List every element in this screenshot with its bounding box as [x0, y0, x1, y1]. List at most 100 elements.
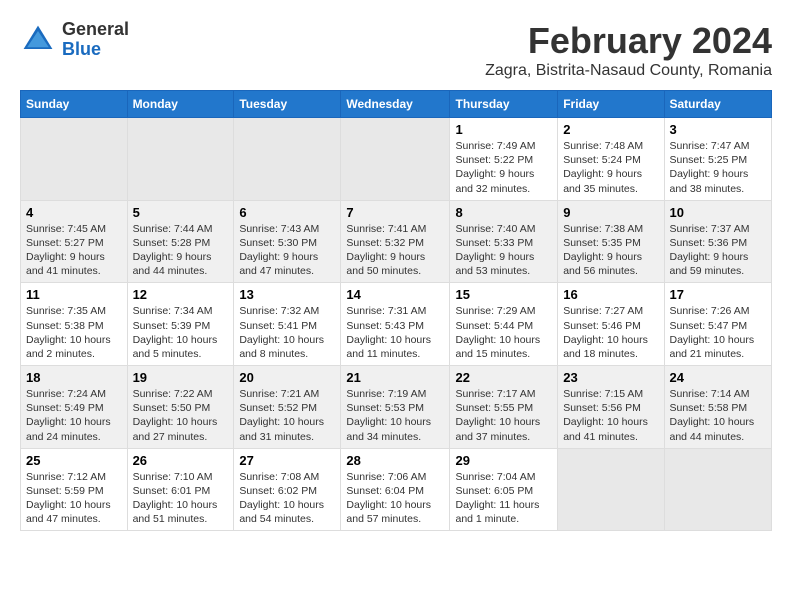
calendar-cell: 10 Sunrise: 7:37 AM Sunset: 5:36 PM Dayli…: [664, 200, 772, 283]
day-info: Sunrise: 7:40 AM Sunset: 5:33 PM Dayligh…: [455, 222, 552, 279]
week-row-2: 4 Sunrise: 7:45 AM Sunset: 5:27 PM Daylig…: [21, 200, 772, 283]
day-number: 17: [670, 287, 767, 302]
calendar-cell: 11 Sunrise: 7:35 AM Sunset: 5:38 PM Dayli…: [21, 283, 128, 366]
day-number: 15: [455, 287, 552, 302]
calendar-cell: 9Sunrise: 7:38 AM Sunset: 5:35 PM Daylig…: [558, 200, 664, 283]
calendar-cell: 27 Sunrise: 7:08 AM Sunset: 6:02 PM Dayli…: [234, 448, 341, 531]
day-info: Sunrise: 7:45 AM Sunset: 5:27 PM Dayligh…: [26, 222, 122, 279]
calendar-cell: 4 Sunrise: 7:45 AM Sunset: 5:27 PM Daylig…: [21, 200, 128, 283]
day-number: 27: [239, 453, 335, 468]
day-info: Sunrise: 7:22 AM Sunset: 5:50 PM Dayligh…: [133, 387, 229, 444]
day-number: 18: [26, 370, 122, 385]
day-info: Sunrise: 7:48 AM Sunset: 5:24 PM Dayligh…: [563, 139, 658, 196]
day-number: 25: [26, 453, 122, 468]
sub-title: Zagra, Bistrita-Nasaud County, Romania: [485, 62, 772, 80]
day-header-saturday: Saturday: [664, 91, 772, 118]
calendar-cell: [341, 118, 450, 201]
calendar-cell: 7 Sunrise: 7:41 AM Sunset: 5:32 PM Daylig…: [341, 200, 450, 283]
day-number: 26: [133, 453, 229, 468]
day-info: Sunrise: 7:35 AM Sunset: 5:38 PM Dayligh…: [26, 304, 122, 361]
day-info: Sunrise: 7:32 AM Sunset: 5:41 PM Dayligh…: [239, 304, 335, 361]
day-number: 14: [346, 287, 444, 302]
calendar-cell: [664, 448, 772, 531]
day-number: 28: [346, 453, 444, 468]
day-header-friday: Friday: [558, 91, 664, 118]
calendar-cell: 28 Sunrise: 7:06 AM Sunset: 6:04 PM Dayli…: [341, 448, 450, 531]
day-info: Sunrise: 7:38 AM Sunset: 5:35 PM Dayligh…: [563, 222, 658, 279]
day-info: Sunrise: 7:17 AM Sunset: 5:55 PM Dayligh…: [455, 387, 552, 444]
day-number: 21: [346, 370, 444, 385]
day-header-thursday: Thursday: [450, 91, 558, 118]
day-number: 11: [26, 287, 122, 302]
day-header-wednesday: Wednesday: [341, 91, 450, 118]
day-number: 7: [346, 205, 444, 220]
day-info: Sunrise: 7:12 AM Sunset: 5:59 PM Dayligh…: [26, 470, 122, 527]
day-info: Sunrise: 7:24 AM Sunset: 5:49 PM Dayligh…: [26, 387, 122, 444]
day-info: Sunrise: 7:21 AM Sunset: 5:52 PM Dayligh…: [239, 387, 335, 444]
calendar-cell: 17 Sunrise: 7:26 AM Sunset: 5:47 PM Dayli…: [664, 283, 772, 366]
week-row-1: 1Sunrise: 7:49 AM Sunset: 5:22 PM Daylig…: [21, 118, 772, 201]
day-info: Sunrise: 7:26 AM Sunset: 5:47 PM Dayligh…: [670, 304, 767, 361]
calendar-cell: 12 Sunrise: 7:34 AM Sunset: 5:39 PM Dayli…: [127, 283, 234, 366]
day-number: 19: [133, 370, 229, 385]
day-info: Sunrise: 7:06 AM Sunset: 6:04 PM Dayligh…: [346, 470, 444, 527]
calendar-cell: [234, 118, 341, 201]
week-row-4: 18 Sunrise: 7:24 AM Sunset: 5:49 PM Dayli…: [21, 366, 772, 449]
day-info: Sunrise: 7:14 AM Sunset: 5:58 PM Dayligh…: [670, 387, 767, 444]
logo-icon: [20, 22, 56, 58]
calendar-cell: 24 Sunrise: 7:14 AM Sunset: 5:58 PM Dayli…: [664, 366, 772, 449]
day-number: 12: [133, 287, 229, 302]
day-info: Sunrise: 7:15 AM Sunset: 5:56 PM Dayligh…: [563, 387, 658, 444]
week-row-3: 11 Sunrise: 7:35 AM Sunset: 5:38 PM Dayli…: [21, 283, 772, 366]
day-info: Sunrise: 7:37 AM Sunset: 5:36 PM Dayligh…: [670, 222, 767, 279]
logo-blue-text: Blue: [62, 40, 129, 60]
day-number: 20: [239, 370, 335, 385]
day-info: Sunrise: 7:41 AM Sunset: 5:32 PM Dayligh…: [346, 222, 444, 279]
calendar-cell: 13 Sunrise: 7:32 AM Sunset: 5:41 PM Dayli…: [234, 283, 341, 366]
main-title: February 2024: [485, 20, 772, 62]
calendar-cell: 16 Sunrise: 7:27 AM Sunset: 5:46 PM Dayli…: [558, 283, 664, 366]
calendar-cell: 2 Sunrise: 7:48 AM Sunset: 5:24 PM Daylig…: [558, 118, 664, 201]
day-number: 1: [455, 122, 552, 137]
calendar-cell: 1Sunrise: 7:49 AM Sunset: 5:22 PM Daylig…: [450, 118, 558, 201]
day-number: 8: [455, 205, 552, 220]
day-number: 2: [563, 122, 658, 137]
calendar-cell: 22 Sunrise: 7:17 AM Sunset: 5:55 PM Dayli…: [450, 366, 558, 449]
calendar-cell: 23 Sunrise: 7:15 AM Sunset: 5:56 PM Dayli…: [558, 366, 664, 449]
title-block: February 2024 Zagra, Bistrita-Nasaud Cou…: [485, 20, 772, 80]
day-info: Sunrise: 7:04 AM Sunset: 6:05 PM Dayligh…: [455, 470, 552, 527]
logo: General Blue: [20, 20, 129, 60]
day-number: 13: [239, 287, 335, 302]
calendar-cell: 3Sunrise: 7:47 AM Sunset: 5:25 PM Daylig…: [664, 118, 772, 201]
day-info: Sunrise: 7:34 AM Sunset: 5:39 PM Dayligh…: [133, 304, 229, 361]
calendar-cell: 14 Sunrise: 7:31 AM Sunset: 5:43 PM Dayli…: [341, 283, 450, 366]
day-number: 6: [239, 205, 335, 220]
day-info: Sunrise: 7:31 AM Sunset: 5:43 PM Dayligh…: [346, 304, 444, 361]
day-number: 4: [26, 205, 122, 220]
day-number: 22: [455, 370, 552, 385]
calendar-cell: 18 Sunrise: 7:24 AM Sunset: 5:49 PM Dayli…: [21, 366, 128, 449]
calendar-cell: [21, 118, 128, 201]
page-header: General Blue February 2024 Zagra, Bistri…: [20, 20, 772, 80]
day-header-monday: Monday: [127, 91, 234, 118]
day-header-sunday: Sunday: [21, 91, 128, 118]
day-number: 16: [563, 287, 658, 302]
calendar-cell: [127, 118, 234, 201]
day-info: Sunrise: 7:08 AM Sunset: 6:02 PM Dayligh…: [239, 470, 335, 527]
day-number: 23: [563, 370, 658, 385]
calendar-cell: 5Sunrise: 7:44 AM Sunset: 5:28 PM Daylig…: [127, 200, 234, 283]
calendar-table: SundayMondayTuesdayWednesdayThursdayFrid…: [20, 90, 772, 531]
calendar-cell: 8 Sunrise: 7:40 AM Sunset: 5:33 PM Daylig…: [450, 200, 558, 283]
logo-text: General Blue: [62, 20, 129, 60]
calendar-cell: 15Sunrise: 7:29 AM Sunset: 5:44 PM Dayli…: [450, 283, 558, 366]
day-info: Sunrise: 7:10 AM Sunset: 6:01 PM Dayligh…: [133, 470, 229, 527]
day-info: Sunrise: 7:47 AM Sunset: 5:25 PM Dayligh…: [670, 139, 767, 196]
day-info: Sunrise: 7:27 AM Sunset: 5:46 PM Dayligh…: [563, 304, 658, 361]
day-header-tuesday: Tuesday: [234, 91, 341, 118]
calendar-cell: 19 Sunrise: 7:22 AM Sunset: 5:50 PM Dayli…: [127, 366, 234, 449]
calendar-cell: 21 Sunrise: 7:19 AM Sunset: 5:53 PM Dayli…: [341, 366, 450, 449]
day-number: 10: [670, 205, 767, 220]
day-info: Sunrise: 7:19 AM Sunset: 5:53 PM Dayligh…: [346, 387, 444, 444]
calendar-cell: [558, 448, 664, 531]
day-number: 24: [670, 370, 767, 385]
